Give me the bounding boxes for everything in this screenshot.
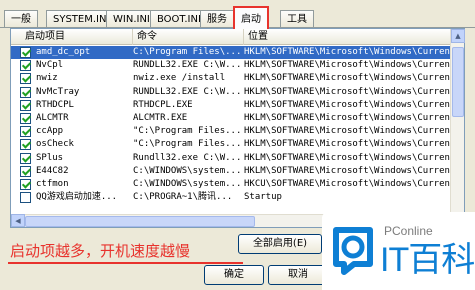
row-checkbox[interactable] [20,47,31,58]
row-location: HKLM\SOFTWARE\Microsoft\Windows\Current.… [244,60,450,71]
table-row[interactable]: NvCpl RUNDLL32.EXE C:\W... HKLM\SOFTWARE\M… [11,59,451,72]
row-checkbox[interactable] [20,139,31,151]
row-checkbox[interactable] [20,99,31,111]
cancel-button[interactable]: 取消 [268,265,328,285]
row-command: nwiz.exe /install [133,73,226,84]
list-header: 启动项目 命令 位置 [11,29,451,45]
row-command: Rundll32.exe C:\W... [133,152,241,163]
row-name: NvCpl [36,60,64,71]
table-row[interactable]: ALCMTR ALCMTR.EXE HKLM\SOFTWARE\Microsoft\… [11,112,451,125]
row-location: HKLM\SOFTWARE\Microsoft\Windows\Current.… [244,47,450,57]
row-name: SPlus [36,152,64,163]
row-location: HKLM\SOFTWARE\Microsoft\Windows\Current.… [244,86,450,97]
row-command: RTHDCPL.EXE [133,99,193,110]
row-command: C:\PROGRA~1\腾讯... [133,192,233,203]
pconline-logo-icon [333,227,373,275]
tab-tools[interactable]: 工具 [280,10,314,27]
row-command: ALCMTR.EXE [133,112,188,123]
row-command: RUNDLL32.EXE C:\W... [133,86,241,97]
vertical-scroll-thumb[interactable] [452,47,464,117]
brand-small-text: PConline [384,224,433,238]
annotation-text: 启动项越多，开机速度越慢 [10,242,191,260]
table-row[interactable]: SPlus Rundll32.exe C:\W... HKLM\SOFTWARE\M… [11,152,451,165]
table-row[interactable]: RTHDCPL RTHDCPL.EXE HKLM\SOFTWARE\Microsof… [11,99,451,112]
row-command: "C:\Program Files... [133,126,241,137]
tab-general[interactable]: 一般 [4,10,38,27]
brand-big-text: IT百科 [380,241,475,279]
row-location: HKLM\SOFTWARE\Microsoft\Windows\Current.… [244,99,450,110]
row-command: "C:\Program Files... [133,139,241,150]
row-name: NvMcTray [36,86,80,97]
column-header-command[interactable]: 命令 [133,29,244,45]
row-command: C:\WINDOWS\system... [133,178,241,189]
column-header-item[interactable]: 启动项目 [11,29,133,45]
table-row[interactable]: QQ游戏启动加速... C:\PROGRA~1\腾讯... Startup [11,191,451,204]
table-row[interactable]: nwiz nwiz.exe /install HKLM\SOFTWARE\Micro… [11,72,451,85]
row-name: RTHDCPL [36,99,74,110]
row-command: C:\WINDOWS\system... [133,165,241,176]
row-location: HKLM\SOFTWARE\Microsoft\Windows\Current.… [244,112,450,123]
table-row[interactable]: ccApp "C:\Program Files... HKLM\SOFTWARE\M… [11,125,451,138]
row-location: HKLM\SOFTWARE\Microsoft\Windows\Current.… [244,139,450,150]
row-name: ccApp [36,126,64,137]
row-name: E44C82 [36,165,69,176]
tab-services[interactable]: 服务 [200,10,234,27]
row-checkbox[interactable] [20,178,31,190]
table-row[interactable]: NvMcTray RUNDLL32.EXE C:\W... HKLM\SOFTWAR… [11,86,451,99]
row-location: HKLM\SOFTWARE\Microsoft\Windows\Current.… [244,152,450,163]
row-checkbox[interactable] [20,152,31,164]
vertical-scrollbar[interactable]: ▲ [450,29,465,215]
tab-startup[interactable]: 启动 [233,6,269,29]
table-row[interactable]: E44C82 C:\WINDOWS\system... HKLM\SOFTWARE\… [11,165,451,178]
ok-button[interactable]: 确定 [204,265,264,285]
row-name: ALCMTR [36,112,69,123]
row-name: amd_dc_opt [36,47,91,57]
column-header-location[interactable]: 位置 [244,29,451,45]
row-location: HKCU\SOFTWARE\Microsoft\Windows\Current.… [244,178,450,189]
row-location: Startup [244,192,282,203]
scroll-up-icon[interactable]: ▲ [451,29,465,43]
row-location: HKLM\SOFTWARE\Microsoft\Windows\Current.… [244,165,450,176]
brand-watermark: PConline IT百科 [322,212,475,290]
row-checkbox[interactable] [20,112,31,124]
list-rows: amd_dc_opt C:\Program Files\... HKLM\SOFTW… [11,46,451,214]
tab-strip: 一般 SYSTEM.INI WIN.INI BOOT.INI 服务 启动 工具 [0,6,475,29]
scroll-left-icon[interactable]: ◀ [11,214,25,227]
row-checkbox[interactable] [20,126,31,138]
row-checkbox[interactable] [20,73,31,85]
startup-list: 启动项目 命令 位置 amd_dc_opt C:\Program Files\..… [10,28,465,228]
row-name: osCheck [36,139,74,150]
table-row[interactable]: amd_dc_opt C:\Program Files\... HKLM\SOFTW… [11,46,451,60]
row-name: QQ游戏启动加速... [36,192,118,203]
table-row[interactable]: osCheck "C:\Program Files... HKLM\SOFTWARE… [11,138,451,151]
row-name: ctfmon [36,178,69,189]
row-checkbox[interactable] [20,86,31,98]
row-checkbox[interactable] [20,165,31,177]
row-checkbox[interactable] [20,192,31,204]
row-command: RUNDLL32.EXE C:\W... [133,60,241,71]
table-row[interactable]: ctfmon C:\WINDOWS\system... HKCU\SOFTWARE\… [11,178,451,191]
enable-all-button[interactable]: 全部启用(E) [238,234,322,254]
row-location: HKLM\SOFTWARE\Microsoft\Windows\Current.… [244,126,450,137]
row-command: C:\Program Files\... [133,47,241,57]
row-location: HKLM\SOFTWARE\Microsoft\Windows\Current.… [244,73,450,84]
row-checkbox[interactable] [20,60,31,72]
horizontal-scroll-thumb[interactable] [25,216,255,227]
annotation-underline [8,262,243,264]
row-name: nwiz [36,73,58,84]
